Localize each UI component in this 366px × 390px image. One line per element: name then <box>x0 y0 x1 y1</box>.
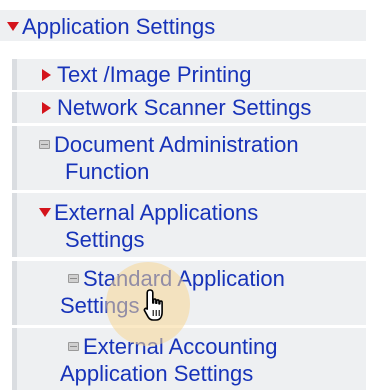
menu-item-network-scanner-settings[interactable]: Network Scanner Settings <box>12 92 366 123</box>
menu-item-application-settings[interactable]: Application Settings <box>0 10 366 41</box>
menu-item-external-accounting-application-settings[interactable]: External Accounting Application Settings <box>12 328 366 390</box>
collapsed-triangle-icon <box>42 102 51 114</box>
page-icon <box>68 274 79 283</box>
page-icon <box>39 140 50 149</box>
menu-item-text-image-printing[interactable]: Text /Image Printing <box>12 59 366 90</box>
menu-item-external-applications-settings[interactable]: External Applications Settings <box>12 193 366 257</box>
expand-triangle-icon <box>39 208 51 217</box>
settings-tree-menu: Application Settings Text /Image Printin… <box>0 0 366 390</box>
expand-triangle-icon <box>7 22 19 31</box>
menu-item-label-line1: Document Administration <box>54 132 299 157</box>
menu-item-label-line2: Application Settings <box>60 361 254 386</box>
menu-item-label: Application Settings <box>22 14 216 39</box>
collapsed-triangle-icon <box>42 69 51 81</box>
menu-item-label-line2: Settings <box>65 227 145 252</box>
menu-item-label: Text /Image Printing <box>57 62 252 87</box>
menu-item-label-line1: External Applications <box>54 200 259 225</box>
menu-item-standard-application-settings[interactable]: Standard Application Settings <box>12 261 366 325</box>
menu-item-label-line2: Function <box>65 159 150 184</box>
page-icon <box>68 342 79 351</box>
menu-item-document-administration-function[interactable]: Document Administration Function <box>12 126 366 190</box>
menu-item-label-line2: Settings <box>60 293 140 318</box>
menu-item-label-line1: External Accounting <box>83 334 278 359</box>
menu-item-label: Network Scanner Settings <box>57 95 312 120</box>
menu-item-label-line1: Standard Application <box>83 266 285 291</box>
